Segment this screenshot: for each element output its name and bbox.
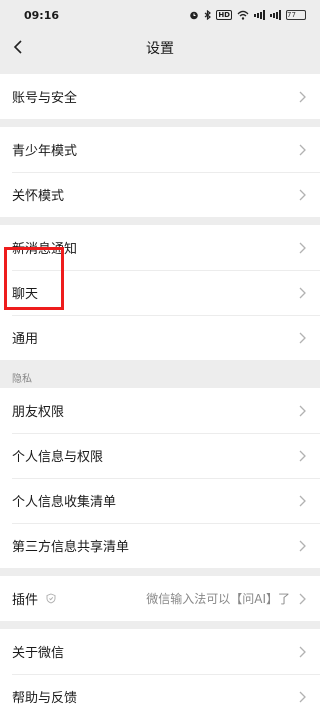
settings-item-friend-permissions[interactable]: 朋友权限 bbox=[0, 388, 320, 433]
nav-bar: 设置 bbox=[0, 30, 320, 66]
chevron-right-icon bbox=[298, 242, 306, 254]
page-title: 设置 bbox=[146, 41, 174, 57]
settings-group-general: 新消息通知 聊天 通用 bbox=[0, 225, 320, 360]
shield-icon bbox=[46, 593, 56, 604]
settings-group-plugins: 插件 微信输入法可以【问AI】了 bbox=[0, 576, 320, 621]
settings-group-modes: 青少年模式 关怀模式 bbox=[0, 127, 320, 217]
chevron-right-icon bbox=[298, 144, 306, 156]
settings-group-about: 关于微信 帮助与反馈 bbox=[0, 629, 320, 715]
chevron-right-icon bbox=[298, 287, 306, 299]
chevron-right-icon bbox=[298, 495, 306, 507]
chevron-right-icon bbox=[298, 691, 306, 703]
chevron-right-icon bbox=[298, 646, 306, 658]
chevron-right-icon bbox=[298, 332, 306, 344]
plugins-label-wrap: 插件 bbox=[12, 589, 146, 608]
chevron-right-icon bbox=[298, 189, 306, 201]
alarm-icon bbox=[189, 10, 199, 20]
hd-badge: HD bbox=[216, 10, 232, 20]
battery-icon: 77 bbox=[286, 10, 306, 20]
settings-item-teen-mode[interactable]: 青少年模式 bbox=[0, 127, 320, 172]
settings-item-general[interactable]: 通用 bbox=[0, 315, 320, 360]
settings-item-label: 账号与安全 bbox=[12, 91, 78, 106]
settings-item-label: 青少年模式 bbox=[12, 144, 78, 159]
chevron-left-icon[interactable] bbox=[8, 36, 28, 58]
signal-icon-2 bbox=[270, 10, 281, 20]
bluetooth-icon bbox=[204, 10, 212, 20]
settings-item-personal-info-list[interactable]: 个人信息收集清单 bbox=[0, 478, 320, 523]
wifi-icon bbox=[237, 10, 249, 20]
settings-item-label: 关于微信 bbox=[12, 646, 65, 661]
chevron-right-icon bbox=[298, 91, 306, 103]
chevron-right-icon bbox=[298, 593, 306, 605]
settings-item-label: 朋友权限 bbox=[12, 405, 65, 420]
settings-item-label: 个人信息与权限 bbox=[12, 450, 104, 465]
chevron-right-icon bbox=[298, 450, 306, 462]
signal-icon-1 bbox=[254, 10, 265, 20]
settings-item-personal-info-permissions[interactable]: 个人信息与权限 bbox=[0, 433, 320, 478]
settings-item-label: 第三方信息共享清单 bbox=[12, 540, 130, 555]
settings-item-help-feedback[interactable]: 帮助与反馈 bbox=[0, 674, 320, 715]
settings-item-chat[interactable]: 聊天 bbox=[0, 270, 320, 315]
settings-item-third-party-sharing[interactable]: 第三方信息共享清单 bbox=[0, 523, 320, 568]
settings-item-care-mode[interactable]: 关怀模式 bbox=[0, 172, 320, 217]
status-icons: HD 77 bbox=[189, 10, 306, 20]
section-title-privacy: 隐私 bbox=[12, 374, 32, 385]
settings-item-label: 关怀模式 bbox=[12, 189, 65, 204]
settings-item-label: 个人信息收集清单 bbox=[12, 495, 117, 510]
settings-item-label: 插件 bbox=[12, 593, 39, 608]
chevron-right-icon bbox=[298, 540, 306, 552]
plugins-value: 微信输入法可以【问AI】了 bbox=[146, 592, 290, 606]
settings-item-about-wechat[interactable]: 关于微信 bbox=[0, 629, 320, 674]
settings-item-label: 新消息通知 bbox=[12, 242, 78, 257]
settings-item-plugins[interactable]: 插件 微信输入法可以【问AI】了 bbox=[0, 576, 320, 621]
settings-item-notifications[interactable]: 新消息通知 bbox=[0, 225, 320, 270]
status-time: 09:16 bbox=[24, 8, 60, 22]
settings-item-label: 聊天 bbox=[12, 287, 39, 302]
settings-item-label: 帮助与反馈 bbox=[12, 691, 78, 706]
settings-item-label: 通用 bbox=[12, 332, 39, 347]
settings-group-privacy: 朋友权限 个人信息与权限 个人信息收集清单 第三方信息共享清单 bbox=[0, 388, 320, 568]
status-bar: 09:16 HD 77 bbox=[0, 0, 320, 30]
settings-item-account-security[interactable]: 账号与安全 bbox=[0, 74, 320, 119]
chevron-right-icon bbox=[298, 405, 306, 417]
settings-group-account: 账号与安全 bbox=[0, 74, 320, 119]
